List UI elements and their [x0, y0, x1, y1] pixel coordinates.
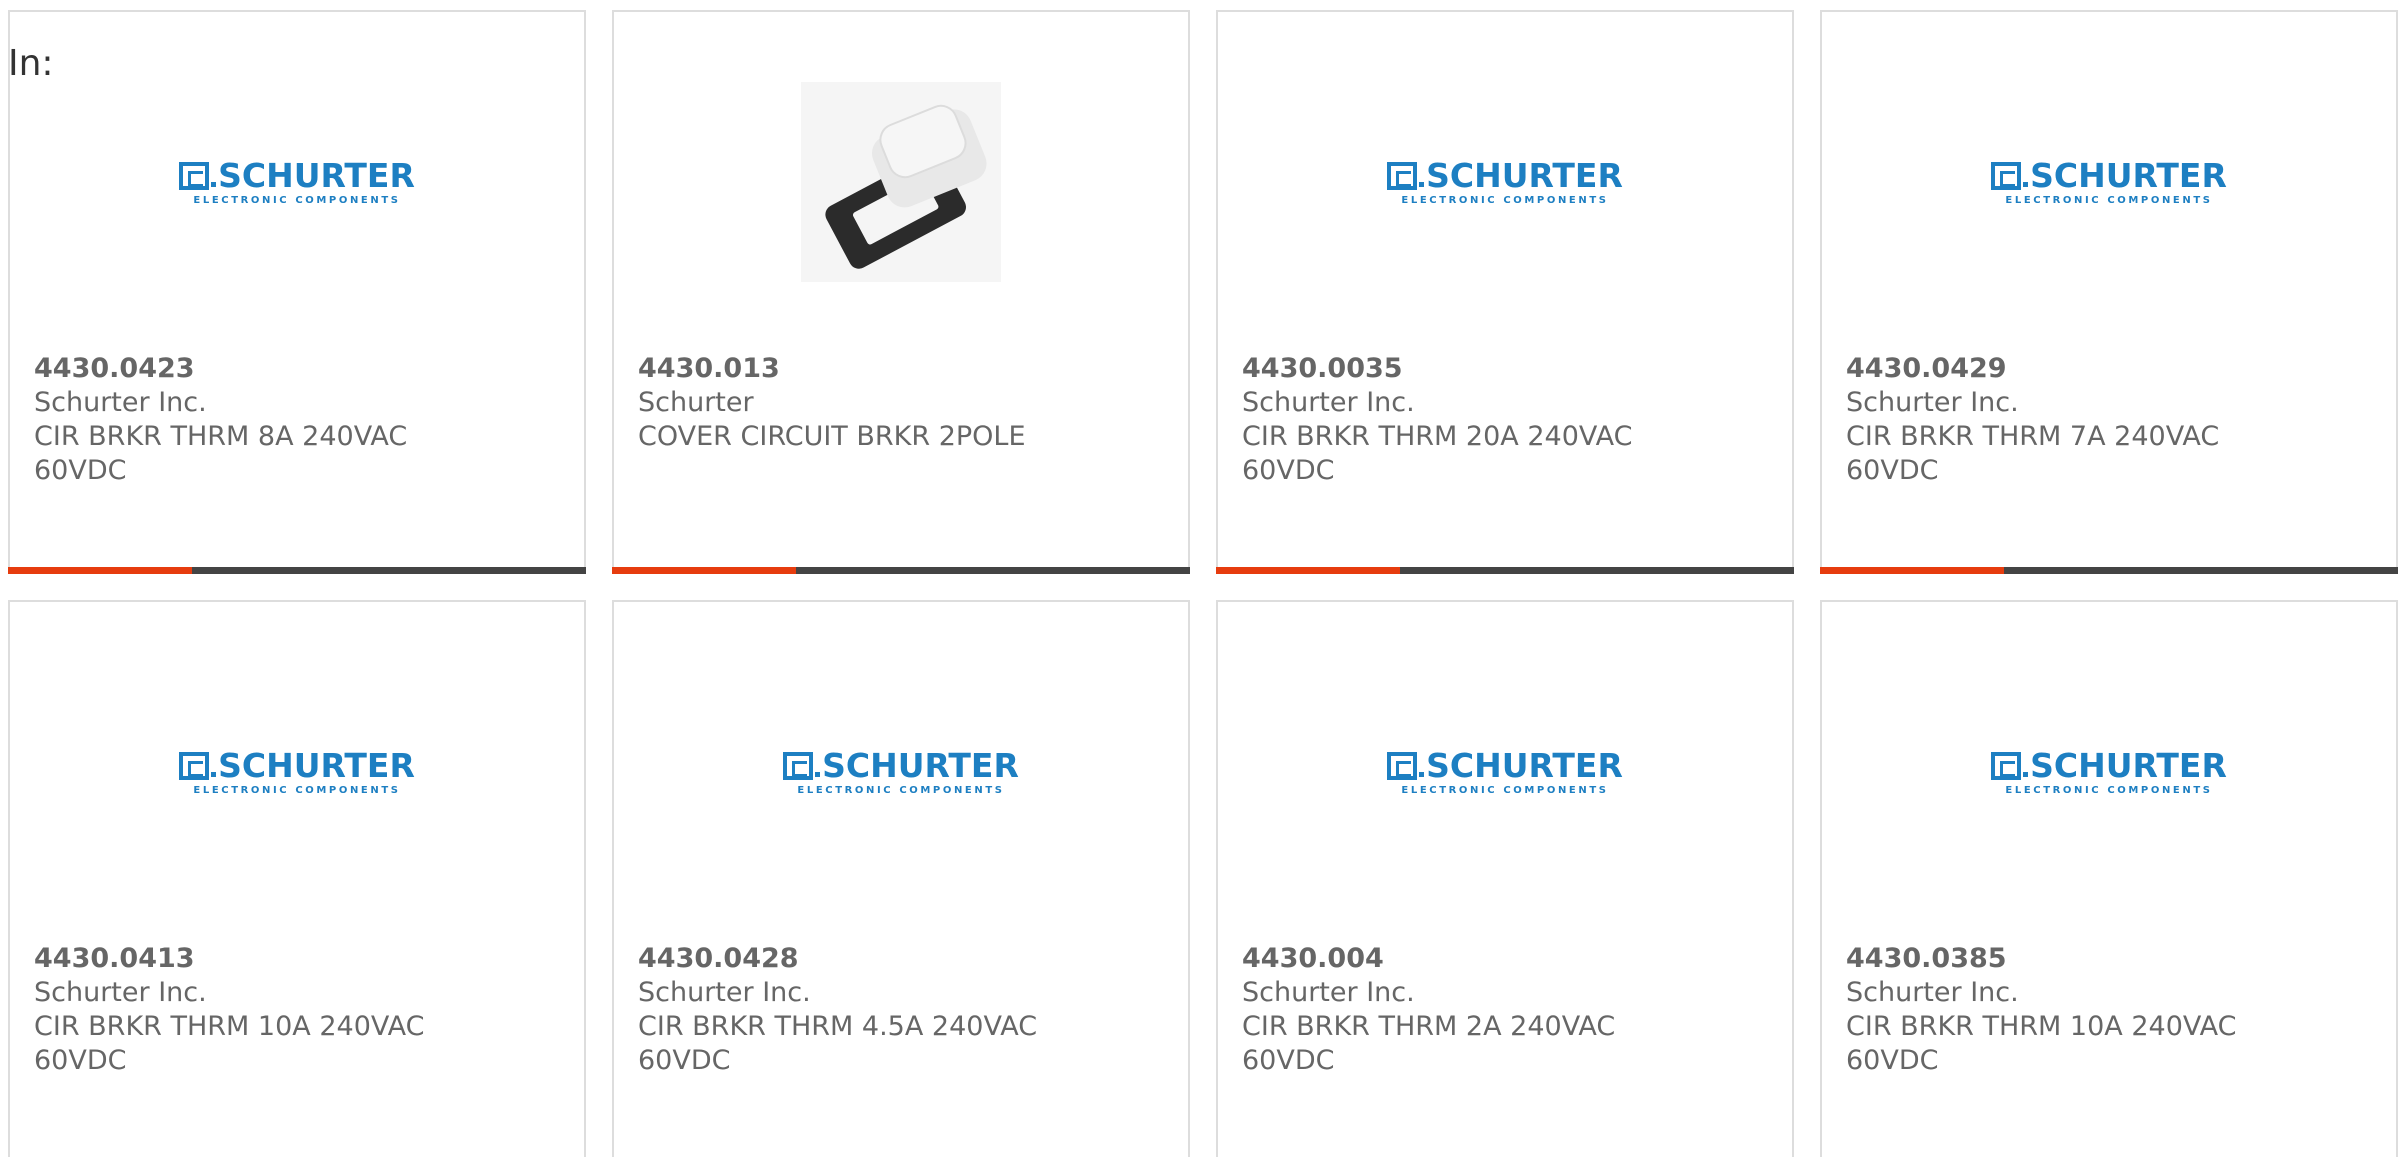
description-line-1: CIR BRKR THRM 10A 240VAC	[34, 1011, 425, 1042]
schurter-logo: SCHURTER ELECTRONIC COMPONENTS	[179, 158, 415, 206]
product-info: 4430.0423 Schurter Inc. CIR BRKR THRM 8A…	[34, 352, 564, 488]
product-card[interactable]: SCHURTER ELECTRONIC COMPONENTS 4430.0428…	[612, 600, 1190, 1157]
schurter-logo: SCHURTER ELECTRONIC COMPONENTS	[783, 748, 1019, 796]
product-info: 4430.0413 Schurter Inc. CIR BRKR THRM 10…	[34, 942, 564, 1078]
schurter-s-mark-icon	[1387, 161, 1418, 190]
schurter-s-mark-icon	[1991, 161, 2022, 190]
card-footer-bar	[1820, 567, 2398, 574]
part-number[interactable]: 4430.0035	[1242, 352, 1772, 386]
manufacturer: Schurter Inc.	[1242, 387, 1415, 418]
schurter-logo: SCHURTER ELECTRONIC COMPONENTS	[1387, 158, 1623, 206]
description-line-2: 60VDC	[1242, 1045, 1335, 1076]
description-line-2: 60VDC	[34, 1045, 127, 1076]
product-image: SCHURTER ELECTRONIC COMPONENTS	[1218, 72, 1792, 292]
product-card[interactable]: SCHURTER ELECTRONIC COMPONENTS 4430.0423…	[8, 10, 586, 574]
schurter-s-mark-icon	[1387, 751, 1418, 780]
product-image: SCHURTER ELECTRONIC COMPONENTS	[10, 72, 584, 292]
product-info: 4430.0385 Schurter Inc. CIR BRKR THRM 10…	[1846, 942, 2376, 1078]
product-card[interactable]: SCHURTER ELECTRONIC COMPONENTS 4430.0429…	[1820, 10, 2398, 574]
product-info: 4430.013 Schurter COVER CIRCUIT BRKR 2PO…	[638, 352, 1168, 454]
part-number[interactable]: 4430.0385	[1846, 942, 2376, 976]
description-line-1: COVER CIRCUIT BRKR 2POLE	[638, 421, 1026, 452]
manufacturer: Schurter Inc.	[1846, 977, 2019, 1008]
description-line-2: 60VDC	[638, 1045, 731, 1076]
schurter-s-mark-icon	[1991, 751, 2022, 780]
product-info: 4430.0429 Schurter Inc. CIR BRKR THRM 7A…	[1846, 352, 2376, 488]
part-number[interactable]: 4430.013	[638, 352, 1168, 386]
description-line-1: CIR BRKR THRM 10A 240VAC	[1846, 1011, 2237, 1042]
card-footer-bar	[612, 567, 1190, 574]
part-number[interactable]: 4430.0423	[34, 352, 564, 386]
product-image: SCHURTER ELECTRONIC COMPONENTS	[10, 662, 584, 882]
product-image: SCHURTER ELECTRONIC COMPONENTS	[1218, 662, 1792, 882]
description-line-1: CIR BRKR THRM 7A 240VAC	[1846, 421, 2220, 452]
description-line-1: CIR BRKR THRM 2A 240VAC	[1242, 1011, 1616, 1042]
schurter-s-mark-icon	[179, 161, 210, 190]
manufacturer: Schurter Inc.	[1242, 977, 1415, 1008]
product-info: 4430.0035 Schurter Inc. CIR BRKR THRM 20…	[1242, 352, 1772, 488]
part-number[interactable]: 4430.004	[1242, 942, 1772, 976]
manufacturer: Schurter Inc.	[1846, 387, 2019, 418]
schurter-logo: SCHURTER ELECTRONIC COMPONENTS	[1991, 748, 2227, 796]
description-line-2: 60VDC	[1846, 1045, 1939, 1076]
product-info: 4430.004 Schurter Inc. CIR BRKR THRM 2A …	[1242, 942, 1772, 1078]
product-info: 4430.0428 Schurter Inc. CIR BRKR THRM 4.…	[638, 942, 1168, 1078]
description-line-2: 60VDC	[34, 455, 127, 486]
product-card[interactable]: SCHURTER ELECTRONIC COMPONENTS 4430.004 …	[1216, 600, 1794, 1157]
schurter-s-mark-icon	[783, 751, 814, 780]
description-line-2: 60VDC	[1846, 455, 1939, 486]
product-image: SCHURTER ELECTRONIC COMPONENTS	[614, 662, 1188, 882]
manufacturer: Schurter	[638, 387, 754, 418]
schurter-s-mark-icon	[179, 751, 210, 780]
product-grid: SCHURTER ELECTRONIC COMPONENTS 4430.0423…	[8, 10, 2400, 1157]
filter-label: In:	[8, 43, 54, 84]
circuit-breaker-cover-photo	[801, 82, 1001, 282]
product-image: SCHURTER ELECTRONIC COMPONENTS	[1822, 662, 2396, 882]
product-image	[614, 72, 1188, 292]
manufacturer: Schurter Inc.	[34, 387, 207, 418]
description-line-1: CIR BRKR THRM 8A 240VAC	[34, 421, 408, 452]
description-line-2: 60VDC	[1242, 455, 1335, 486]
manufacturer: Schurter Inc.	[638, 977, 811, 1008]
description-line-1: CIR BRKR THRM 4.5A 240VAC	[638, 1011, 1038, 1042]
schurter-logo: SCHURTER ELECTRONIC COMPONENTS	[1387, 748, 1623, 796]
schurter-logo: SCHURTER ELECTRONIC COMPONENTS	[1991, 158, 2227, 206]
manufacturer: Schurter Inc.	[34, 977, 207, 1008]
product-image: SCHURTER ELECTRONIC COMPONENTS	[1822, 72, 2396, 292]
product-card[interactable]: SCHURTER ELECTRONIC COMPONENTS 4430.0035…	[1216, 10, 1794, 574]
product-card[interactable]: SCHURTER ELECTRONIC COMPONENTS 4430.0385…	[1820, 600, 2398, 1157]
part-number[interactable]: 4430.0413	[34, 942, 564, 976]
part-number[interactable]: 4430.0429	[1846, 352, 2376, 386]
product-listing-page: In: SCHURTER ELECTRONIC COMPONENTS 4430.…	[0, 0, 2400, 1157]
card-footer-bar	[1216, 567, 1794, 574]
schurter-logo: SCHURTER ELECTRONIC COMPONENTS	[179, 748, 415, 796]
part-number[interactable]: 4430.0428	[638, 942, 1168, 976]
product-card[interactable]: 4430.013 Schurter COVER CIRCUIT BRKR 2PO…	[612, 10, 1190, 574]
product-card[interactable]: SCHURTER ELECTRONIC COMPONENTS 4430.0413…	[8, 600, 586, 1157]
card-footer-bar	[8, 567, 586, 574]
description-line-1: CIR BRKR THRM 20A 240VAC	[1242, 421, 1633, 452]
